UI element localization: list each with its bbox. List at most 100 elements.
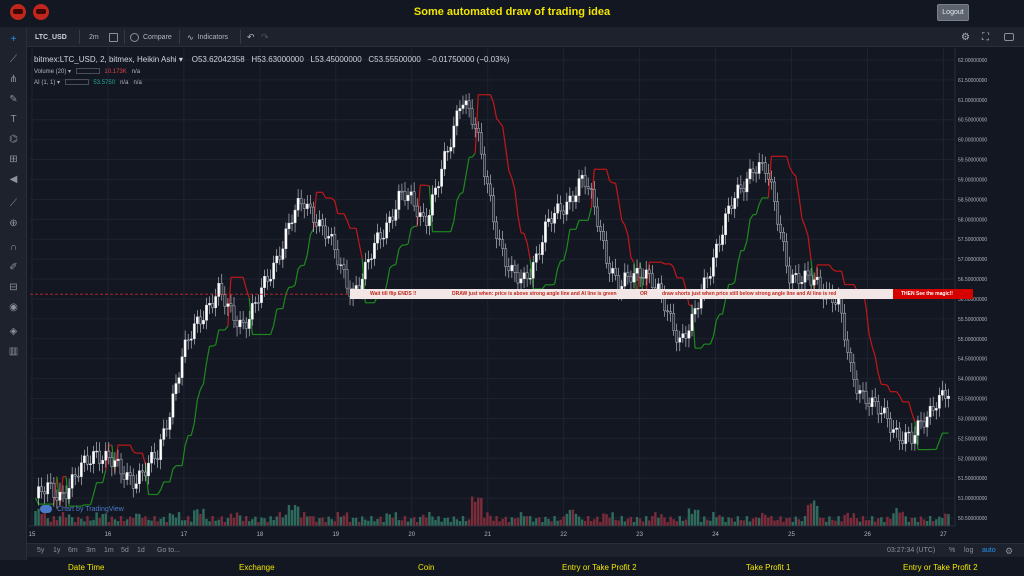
- auto-scale-toggle[interactable]: auto: [982, 547, 996, 554]
- study-controls[interactable]: [75, 68, 100, 75]
- remove-drawings-tool[interactable]: ▥: [7, 345, 20, 358]
- volume-bar: [452, 516, 456, 526]
- series-legend: bitmex:LTC_USD, 2, bitmex, Heikin Ashi ▾…: [34, 55, 509, 64]
- camera-icon: [1004, 33, 1014, 41]
- undo-button[interactable]: ↶: [247, 27, 255, 47]
- volume-bar: [376, 519, 379, 526]
- volume-bar: [712, 512, 715, 526]
- lock-tool[interactable]: ⊟: [7, 281, 20, 294]
- candle: [128, 472, 132, 477]
- utc-clock[interactable]: 03:27:34 (UTC): [887, 547, 935, 554]
- pattern-tool[interactable]: ⌬: [7, 133, 20, 146]
- tradingview-watermark[interactable]: Chart by TradingView: [40, 505, 124, 513]
- compare-icon: [130, 32, 139, 42]
- magnet-tool[interactable]: ∩: [7, 241, 20, 254]
- price-tick-label: 59.50000000: [958, 158, 987, 164]
- range-1d[interactable]: 1d: [137, 547, 145, 554]
- candle: [296, 198, 300, 211]
- ai-line-segment: [282, 293, 287, 309]
- settings-button[interactable]: ⚙: [961, 27, 970, 47]
- back-tool[interactable]: ◀: [7, 173, 20, 186]
- candle: [89, 463, 92, 466]
- snapshot-button[interactable]: [1004, 27, 1018, 47]
- candle: [199, 316, 202, 325]
- candle: [690, 313, 694, 331]
- log-scale-toggle[interactable]: log: [964, 547, 973, 554]
- candle: [684, 333, 688, 339]
- watermark-text: Chart by TradingView: [57, 505, 124, 513]
- volume-bar: [803, 516, 807, 526]
- volume-bar: [864, 520, 868, 526]
- candle: [559, 203, 563, 212]
- volume-label[interactable]: Volume (20): [34, 69, 66, 75]
- candle: [724, 213, 727, 236]
- trendline-tool[interactable]: ⟋: [7, 53, 20, 66]
- indicators-button[interactable]: ∿ Indicators: [187, 27, 228, 47]
- gear-icon[interactable]: ⚙: [1005, 546, 1013, 557]
- volume-bar: [361, 516, 364, 526]
- text-tool[interactable]: T: [7, 113, 20, 126]
- volume-bar: [141, 517, 144, 526]
- fullscreen-button[interactable]: ⛶: [982, 27, 989, 47]
- goto-date-button[interactable]: Go to...: [157, 547, 180, 554]
- candle: [52, 482, 56, 498]
- prediction-tool[interactable]: ⊞: [7, 153, 20, 166]
- chart-style-button[interactable]: [109, 27, 122, 47]
- volume-bar: [843, 514, 846, 526]
- volume-bar: [190, 521, 193, 526]
- volume-bar: [467, 519, 471, 526]
- redo-button[interactable]: ↷: [261, 27, 269, 47]
- volume-bar: [61, 512, 65, 526]
- symbol-search-button[interactable]: LTC_USD: [35, 27, 67, 47]
- ai-line-segment: [609, 180, 613, 184]
- brush-tool[interactable]: ✎: [7, 93, 20, 106]
- volume-bar: [110, 516, 114, 526]
- ai-label[interactable]: AI (1, 1): [34, 80, 55, 86]
- range-3m[interactable]: 3m: [86, 547, 96, 554]
- ai-line-segment: [389, 264, 394, 269]
- chevron-down-icon[interactable]: ▾: [68, 69, 71, 75]
- ai-line-segment: [700, 343, 705, 349]
- ai-line-segment: [884, 383, 888, 386]
- logout-button[interactable]: Logout: [937, 4, 969, 21]
- range-1y[interactable]: 1y: [53, 547, 60, 554]
- zoom-icon: ⊕: [9, 218, 18, 229]
- range-1m[interactable]: 1m: [104, 547, 114, 554]
- study-controls[interactable]: [64, 79, 89, 86]
- chevron-down-icon[interactable]: ▾: [57, 80, 60, 86]
- series-title[interactable]: bitmex:LTC_USD, 2, bitmex, Heikin Ashi: [34, 55, 177, 64]
- layers-icon: ◈: [9, 326, 18, 337]
- candle: [394, 209, 398, 221]
- volume-bar: [122, 520, 126, 526]
- range-6m[interactable]: 6m: [68, 547, 78, 554]
- chevron-down-icon[interactable]: ▾: [179, 55, 183, 64]
- percent-scale-toggle[interactable]: %: [949, 547, 955, 554]
- ai-line-segment: [190, 423, 195, 436]
- volume-bar: [132, 517, 135, 526]
- ai-line-segment: [492, 102, 498, 119]
- candle: [308, 203, 312, 208]
- time-axis[interactable]: 15 16 17 18 19 20 21 22 23 24 25 26 27: [28, 525, 955, 538]
- candle: [708, 276, 712, 279]
- visibility-tool[interactable]: ◉: [7, 301, 20, 314]
- candle: [715, 243, 718, 258]
- volume-bar: [916, 521, 920, 526]
- volume-bar: [614, 519, 617, 526]
- candle: [937, 395, 941, 409]
- zoom-tool[interactable]: ⊕: [7, 217, 20, 230]
- layers-tool[interactable]: ◈: [7, 325, 20, 338]
- interval-button[interactable]: 2m: [89, 27, 99, 47]
- crosshair-tool[interactable]: +: [7, 33, 20, 46]
- candle: [565, 201, 569, 215]
- range-5d[interactable]: 5d: [121, 547, 129, 554]
- stay-in-drawing-tool[interactable]: ✐: [7, 261, 20, 274]
- ai-line-segment: [615, 183, 620, 202]
- volume-bar: [941, 517, 944, 526]
- pitchfork-tool[interactable]: ⋔: [7, 73, 20, 86]
- compare-button[interactable]: Compare: [130, 27, 172, 47]
- candle: [736, 184, 740, 199]
- range-5y[interactable]: 5y: [37, 547, 44, 554]
- volume-bar: [138, 514, 141, 526]
- measure-tool[interactable]: ⟋: [7, 197, 20, 210]
- volume-bar: [507, 521, 511, 526]
